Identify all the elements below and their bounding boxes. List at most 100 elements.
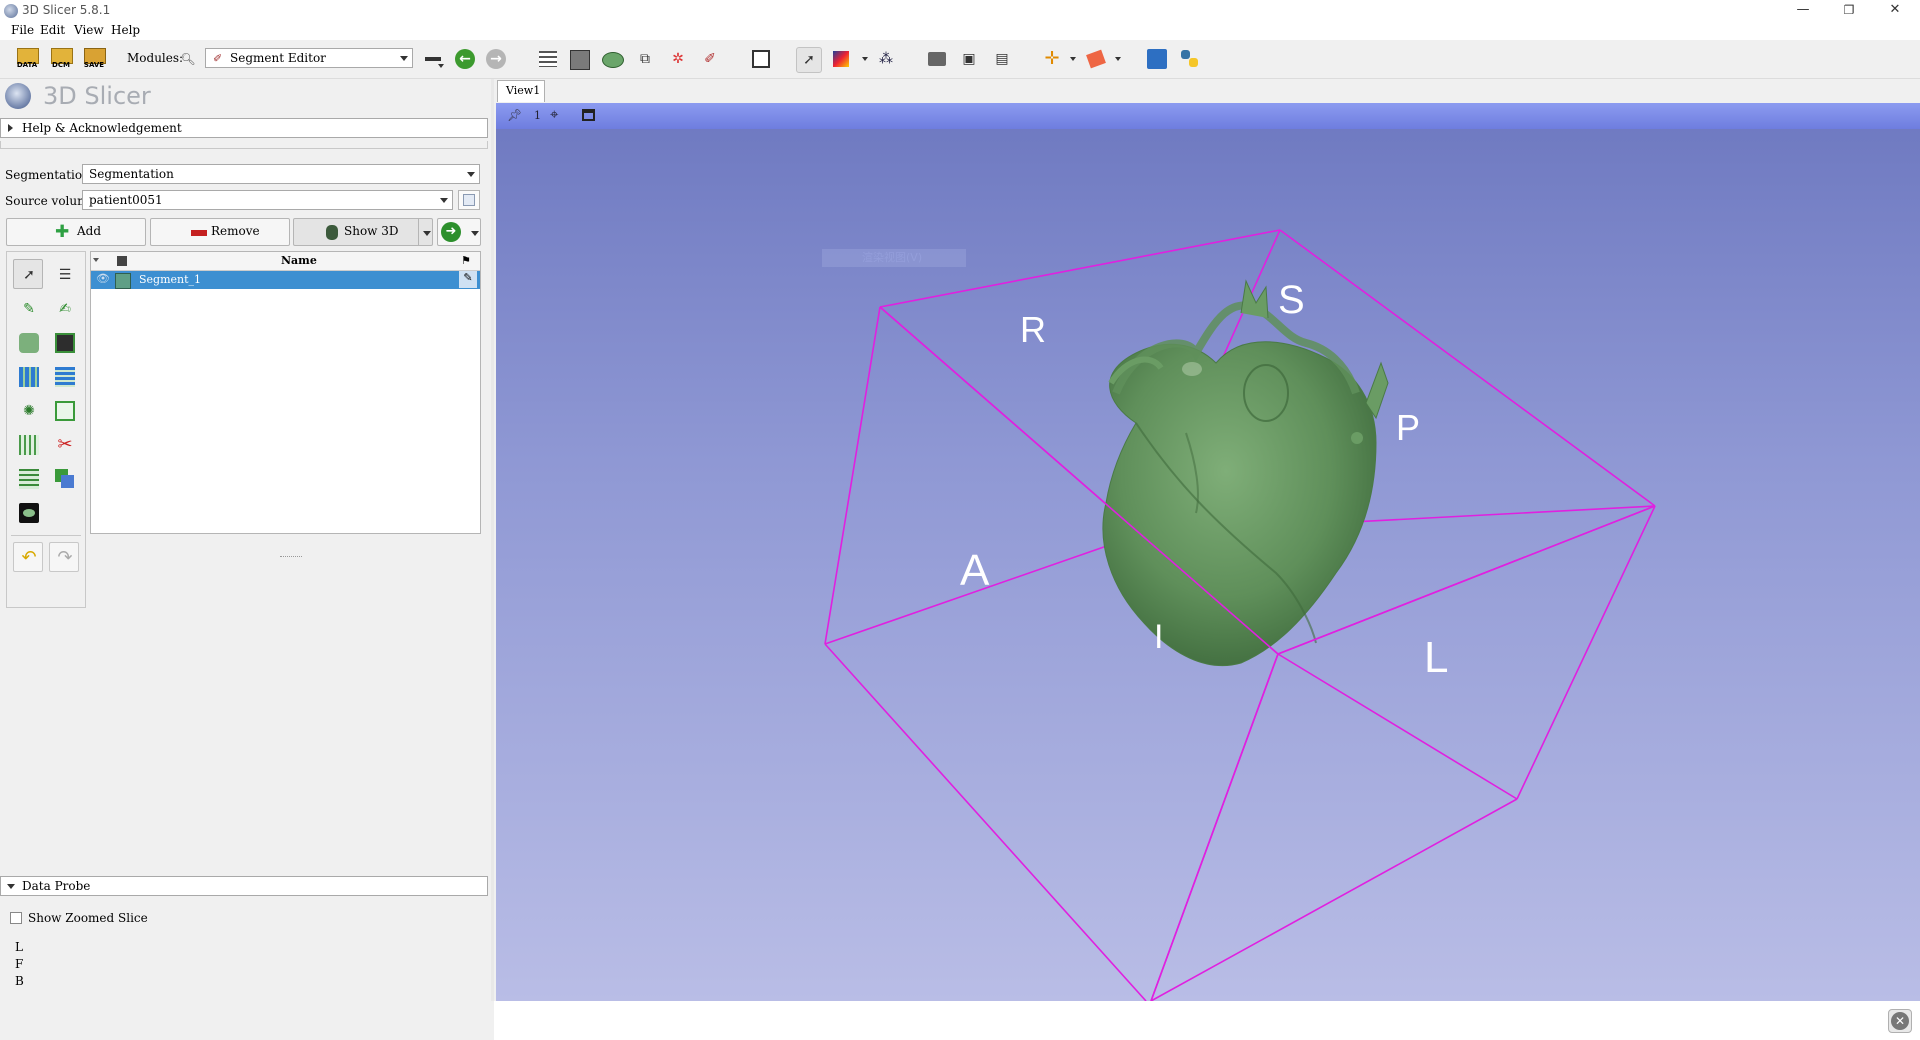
redo-button[interactable]: ↷ (49, 542, 79, 572)
camera-icon (928, 52, 946, 66)
effect-grow-from-seeds-button[interactable] (13, 361, 43, 391)
effect-hollow-button[interactable] (49, 395, 79, 425)
undo-button[interactable]: ↶ (13, 542, 43, 572)
segment-status-icon[interactable]: ✎ (459, 271, 477, 288)
layout-button[interactable] (749, 47, 773, 71)
orientation-label-r: R (1020, 309, 1046, 350)
3d-view[interactable]: S R P A I L 渲染视图(V) (496, 103, 1920, 1001)
table-row[interactable]: 👁︎ Segment_1 ✎ (91, 271, 480, 289)
effect-segment-editor-button[interactable]: ☰ (49, 259, 79, 289)
window-level-button[interactable] (830, 47, 854, 71)
add-segment-button[interactable]: ✚ Add (6, 218, 146, 246)
effect-draw-button[interactable]: ✍ (49, 293, 79, 323)
remove-segment-button[interactable]: Remove (150, 218, 290, 246)
fiducial-dropdown-icon[interactable] (1070, 57, 1076, 61)
scene-views-button[interactable]: ▣ (957, 47, 981, 71)
menu-view[interactable]: View (74, 23, 104, 37)
probe-line-l: L (15, 940, 23, 954)
effect-none-button[interactable]: ➚ (13, 259, 43, 289)
effect-fill-between-slices-button[interactable] (49, 361, 79, 391)
show-3d-button[interactable]: Show 3D (293, 218, 433, 246)
minimize-button[interactable]: — (1780, 0, 1826, 22)
data-module-button[interactable] (536, 47, 560, 71)
view-tab-label: View1 (506, 84, 541, 97)
screenshot-button[interactable] (925, 47, 949, 71)
slicer-logo-text: 3D Slicer (43, 82, 151, 110)
source-volume-options-button[interactable] (458, 190, 480, 210)
mouse-mode-select-button[interactable]: ➚ (796, 47, 822, 73)
load-data-button[interactable]: DATA (15, 47, 39, 71)
place-fiducial-button[interactable]: ✛ (1040, 47, 1064, 71)
fill-slices-icon (55, 367, 75, 387)
transforms-module-button[interactable]: ⧉ (633, 47, 657, 71)
markups-module-button[interactable]: ✲ (666, 47, 690, 71)
effect-paint-button[interactable]: ✎ (13, 293, 43, 323)
effect-logical-operators-button[interactable] (49, 463, 79, 493)
name-column-header[interactable]: Name (281, 254, 317, 267)
scene-view-capture-button[interactable]: ▤ (990, 47, 1014, 71)
source-volume-selector[interactable]: patient0051 (82, 190, 453, 210)
chevron-down-icon (467, 172, 475, 177)
effect-islands-button[interactable] (13, 463, 43, 493)
dropdown-arrow-icon (438, 64, 444, 68)
cube-icon (570, 50, 590, 70)
pointer-icon: ➚ (803, 52, 815, 68)
models-module-button[interactable] (600, 47, 624, 71)
center-view-icon[interactable]: ⌖ (550, 105, 558, 123)
hollow-icon (55, 401, 75, 421)
help-section-header[interactable]: Help & Acknowledgement (0, 118, 488, 138)
module-selected-label: Segment Editor (230, 51, 326, 65)
pin-icon[interactable]: 📌︎ (507, 108, 522, 122)
view-tab[interactable]: View1 (497, 80, 545, 102)
menu-file[interactable]: File (11, 23, 34, 37)
module-search-icon[interactable]: 🔍︎ (176, 47, 200, 71)
panel-splitter[interactable] (491, 79, 494, 1001)
back-button[interactable]: ← (453, 47, 477, 71)
effect-mask-volume-button[interactable] (13, 497, 43, 527)
menu-edit[interactable]: Edit (40, 23, 65, 37)
arrow-right-icon: ➜ (441, 222, 461, 242)
splitter-handle[interactable] (280, 556, 302, 560)
python-console-button[interactable] (1178, 47, 1202, 71)
error-log-button[interactable]: ✕ (1888, 1009, 1912, 1033)
modules-label: Modules: (127, 51, 184, 65)
volumes-module-button[interactable] (567, 47, 591, 71)
crosshair-button[interactable]: ⁂ (874, 47, 898, 71)
effect-scissors-button[interactable]: ✂ (49, 429, 79, 459)
module-history-button[interactable] (421, 47, 445, 71)
close-button[interactable]: ✕ (1872, 0, 1918, 22)
save-button[interactable]: SAVE (82, 47, 106, 71)
python-icon (1181, 50, 1190, 59)
visibility-header-icon[interactable] (93, 258, 99, 262)
undo-icon: ↶ (21, 547, 37, 568)
effect-level-tracing-button[interactable] (49, 327, 79, 357)
markup-dropdown-icon[interactable] (1115, 57, 1121, 61)
data-probe-header[interactable]: Data Probe (0, 876, 488, 896)
eye-icon[interactable]: 👁︎ (96, 272, 110, 285)
segment-color-swatch[interactable] (115, 273, 131, 289)
forward-button[interactable]: → (484, 47, 508, 71)
effect-margin-button[interactable]: ✺ (13, 395, 43, 425)
orientation-label-l: L (1424, 633, 1449, 682)
extension-manager-button[interactable] (1145, 47, 1169, 71)
load-dicom-button[interactable]: DCM (49, 47, 73, 71)
slicer-logo-icon (5, 83, 31, 109)
restore-button[interactable]: ❐ (1826, 0, 1872, 22)
effect-smoothing-button[interactable] (13, 429, 43, 459)
segment-editor-module-button[interactable]: ✐ (698, 47, 722, 71)
plus-icon: ✚ (55, 222, 70, 242)
module-selector[interactable]: ✐ Segment Editor (205, 48, 413, 68)
segmentation-selector[interactable]: Segmentation (82, 164, 480, 184)
window-level-dropdown-icon[interactable] (862, 57, 868, 61)
segment-name[interactable]: Segment_1 (139, 273, 201, 286)
markup-place-button[interactable] (1085, 47, 1109, 71)
maximize-view-icon[interactable] (582, 109, 595, 121)
show-3d-label: Show 3D (344, 224, 399, 238)
segmentation-actions-button[interactable]: ➜ (437, 218, 481, 246)
menu-help[interactable]: Help (111, 23, 140, 37)
show-3d-icon (326, 225, 338, 240)
show-3d-dropdown-icon[interactable] (423, 231, 431, 236)
show-zoomed-slice-checkbox[interactable] (10, 912, 22, 924)
collapse-down-icon (7, 884, 15, 889)
effect-erase-button[interactable] (13, 327, 43, 357)
